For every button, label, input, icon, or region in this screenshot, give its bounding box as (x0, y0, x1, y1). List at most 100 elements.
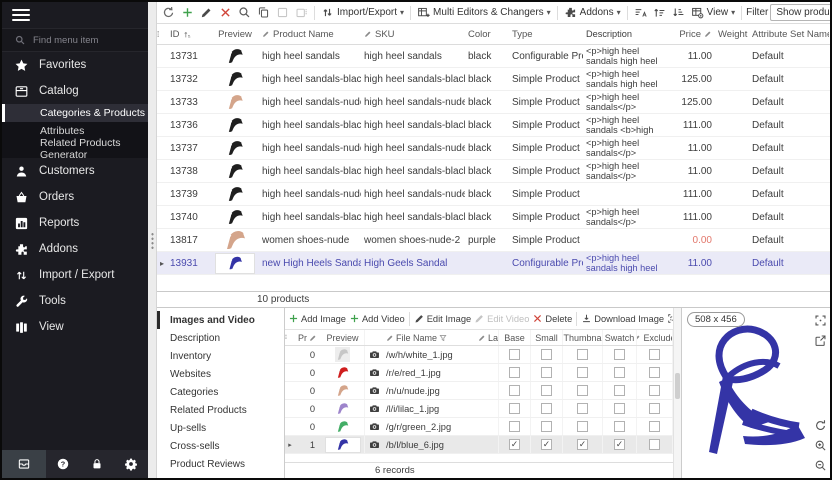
image-role-checkbox[interactable] (637, 382, 673, 399)
column-header-base[interactable]: Base (499, 330, 531, 345)
rotate-icon[interactable] (814, 419, 827, 432)
download-image-button[interactable]: Download Image (580, 312, 665, 325)
sort-az-button[interactable] (632, 5, 649, 20)
copy-button[interactable] (255, 5, 272, 20)
checkbox-unchecked-icon[interactable] (577, 349, 588, 360)
sidebar-item-tools[interactable]: Tools (2, 288, 148, 314)
search-products-button[interactable] (236, 5, 253, 20)
column-header-pr[interactable]: Pr (295, 333, 321, 343)
checkbox-unchecked-icon[interactable] (614, 367, 625, 378)
add-product-button[interactable] (179, 5, 196, 20)
sidebar-item-addons[interactable]: Addons (2, 236, 148, 262)
column-header-preview[interactable]: Preview (211, 29, 259, 40)
checkbox-unchecked-icon[interactable] (577, 421, 588, 432)
image-role-checkbox[interactable] (637, 364, 673, 381)
paste-special-button[interactable] (293, 5, 310, 20)
image-role-checkbox[interactable] (531, 346, 563, 363)
delete-image-button[interactable]: Delete (531, 312, 573, 325)
image-row[interactable]: 0/g/r/green_2.jpg (285, 418, 673, 436)
sidebar-item-categories-products[interactable]: Categories & Products (2, 104, 148, 122)
image-role-checkbox[interactable] (637, 436, 673, 453)
checkbox-checked-icon[interactable]: ✓ (509, 439, 520, 450)
refresh-button[interactable] (160, 5, 177, 20)
image-role-checkbox[interactable] (531, 364, 563, 381)
tab-cross-sells[interactable]: Cross-sells (157, 437, 284, 455)
product-row[interactable]: 13817women shoes-nudewomen shoes-nude-2p… (157, 229, 830, 252)
add-video-button[interactable]: Add Video (348, 312, 406, 325)
help-button[interactable]: ? (46, 450, 80, 478)
image-role-checkbox[interactable] (563, 364, 603, 381)
checkbox-unchecked-icon[interactable] (649, 385, 660, 396)
checkbox-unchecked-icon[interactable] (614, 403, 625, 414)
product-row[interactable]: 13737high heel sandals-nude-36high heel … (157, 137, 830, 160)
column-header-sku[interactable]: SKU (361, 29, 465, 40)
multi-editors-button[interactable]: Multi Editors & Changers▾ (415, 5, 553, 20)
checkbox-unchecked-icon[interactable] (577, 403, 588, 414)
image-role-checkbox[interactable] (563, 346, 603, 363)
tab-inventory[interactable]: Inventory (157, 347, 284, 365)
checkbox-unchecked-icon[interactable] (649, 349, 660, 360)
product-row[interactable]: 13738high heel sandals-black-37high heel… (157, 160, 830, 183)
view-button[interactable]: View▾ (689, 5, 738, 20)
menu-search-input[interactable]: Find menu item (2, 28, 148, 52)
image-role-checkbox[interactable] (531, 418, 563, 435)
panel-splitter[interactable] (148, 2, 157, 478)
checkbox-checked-icon[interactable]: ✓ (541, 439, 552, 450)
open-external-icon[interactable] (814, 334, 827, 347)
set-resize-rule-button[interactable]: Set Resize Rule (666, 312, 673, 325)
edit-image-button[interactable]: Edit Image (413, 312, 472, 325)
paste-button[interactable] (274, 5, 291, 20)
zoom-in-icon[interactable] (814, 439, 827, 452)
checkbox-unchecked-icon[interactable] (541, 349, 552, 360)
product-row[interactable]: 13739high heel sandals-nude-37high heel … (157, 183, 830, 206)
tab-images-and-video[interactable]: Images and Video (157, 311, 284, 329)
sort-descending-button[interactable] (670, 5, 687, 20)
column-header-price[interactable]: Price (671, 29, 715, 40)
image-role-checkbox[interactable] (499, 346, 531, 363)
checkbox-unchecked-icon[interactable] (541, 385, 552, 396)
tab-related-products[interactable]: Related Products (157, 401, 284, 419)
sidebar-item-favorites[interactable]: Favorites (2, 52, 148, 78)
image-role-checkbox[interactable] (499, 418, 531, 435)
image-role-checkbox[interactable] (637, 418, 673, 435)
column-header-description[interactable]: Description (583, 29, 671, 39)
sidebar-item-customers[interactable]: Customers (2, 158, 148, 184)
tab-categories[interactable]: Categories (157, 383, 284, 401)
checkbox-unchecked-icon[interactable] (649, 367, 660, 378)
image-row[interactable]: ▸1/b/l/blue_6.jpg✓✓✓✓ (285, 436, 673, 454)
checkbox-unchecked-icon[interactable] (614, 385, 625, 396)
sidebar-item-reports[interactable]: Reports (2, 210, 148, 236)
sidebar-item-orders[interactable]: Orders (2, 184, 148, 210)
image-role-checkbox[interactable] (563, 400, 603, 417)
checkbox-unchecked-icon[interactable] (649, 439, 660, 450)
import-export-button[interactable]: Import/Export▾ (319, 5, 406, 20)
image-role-checkbox[interactable] (531, 382, 563, 399)
image-row[interactable]: 0/l/i/lilac_1.jpg (285, 400, 673, 418)
settings-button[interactable] (114, 450, 148, 478)
product-row[interactable]: 13736high heel sandals-black-36high heel… (157, 114, 830, 137)
column-header-id[interactable]: ID (167, 29, 211, 40)
checkbox-unchecked-icon[interactable] (541, 403, 552, 414)
sidebar-item-related-products-generator[interactable]: Related Products Generator (2, 140, 148, 158)
column-header-weight[interactable]: Weight (715, 29, 749, 40)
image-role-checkbox[interactable]: ✓ (531, 436, 563, 453)
product-row[interactable]: ▸13931new High Heels SandalsHigh Geels S… (157, 252, 830, 275)
image-role-checkbox[interactable]: ✓ (499, 436, 531, 453)
sidebar-item-import-export[interactable]: Import / Export (2, 262, 148, 288)
edit-product-button[interactable] (198, 5, 215, 20)
checkbox-unchecked-icon[interactable] (614, 349, 625, 360)
column-header-attribute-set-name[interactable]: Attribute Set Name (749, 29, 829, 40)
checkbox-unchecked-icon[interactable] (541, 367, 552, 378)
image-row[interactable]: 0/r/e/red_1.jpg (285, 364, 673, 382)
checkbox-unchecked-icon[interactable] (509, 385, 520, 396)
image-row[interactable]: 0/w/h/white_1.jpg (285, 346, 673, 364)
tab-websites[interactable]: Websites (157, 365, 284, 383)
column-header-color[interactable]: Color (465, 29, 509, 40)
checkbox-checked-icon[interactable]: ✓ (614, 439, 625, 450)
checkbox-unchecked-icon[interactable] (614, 421, 625, 432)
delete-product-button[interactable] (217, 5, 234, 20)
product-row[interactable]: 13731high heel sandalshigh heel sandalsb… (157, 45, 830, 68)
image-role-checkbox[interactable]: ✓ (603, 436, 637, 453)
add-image-button[interactable]: Add Image (287, 312, 347, 325)
image-role-checkbox[interactable] (637, 400, 673, 417)
